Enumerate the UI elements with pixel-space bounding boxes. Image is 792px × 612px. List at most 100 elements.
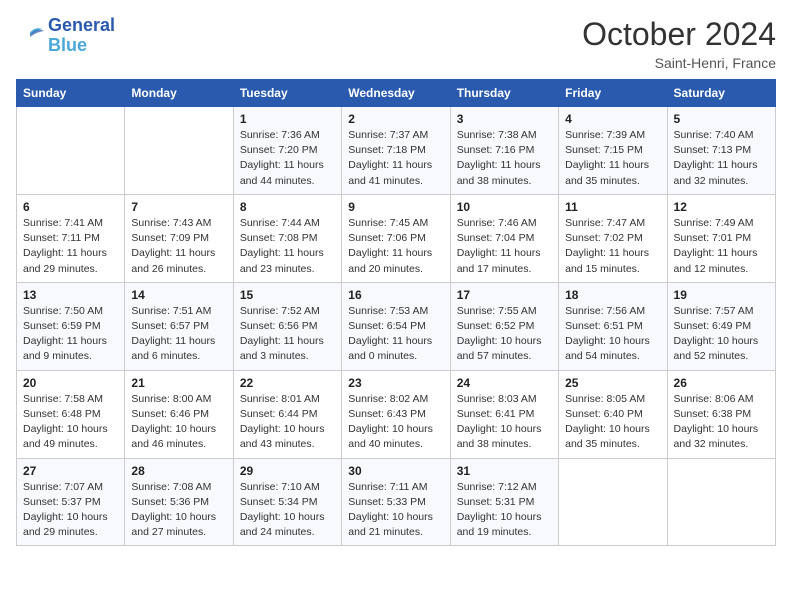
day-info: Sunrise: 7:55 AM Sunset: 6:52 PM Dayligh…: [457, 304, 552, 365]
day-info: Sunrise: 7:58 AM Sunset: 6:48 PM Dayligh…: [23, 392, 118, 453]
day-info: Sunrise: 7:47 AM Sunset: 7:02 PM Dayligh…: [565, 216, 660, 277]
weekday-header-row: SundayMondayTuesdayWednesdayThursdayFrid…: [17, 80, 776, 107]
day-number: 24: [457, 376, 552, 390]
weekday-header-saturday: Saturday: [667, 80, 775, 107]
weekday-header-monday: Monday: [125, 80, 233, 107]
day-info: Sunrise: 7:07 AM Sunset: 5:37 PM Dayligh…: [23, 480, 118, 541]
day-info: Sunrise: 7:11 AM Sunset: 5:33 PM Dayligh…: [348, 480, 443, 541]
calendar-cell: 21 Sunrise: 8:00 AM Sunset: 6:46 PM Dayli…: [125, 370, 233, 458]
calendar-week-4: 20 Sunrise: 7:58 AM Sunset: 6:48 PM Dayli…: [17, 370, 776, 458]
calendar-cell: 24 Sunrise: 8:03 AM Sunset: 6:41 PM Dayli…: [450, 370, 558, 458]
day-info: Sunrise: 8:02 AM Sunset: 6:43 PM Dayligh…: [348, 392, 443, 453]
day-info: Sunrise: 7:51 AM Sunset: 6:57 PM Dayligh…: [131, 304, 226, 365]
day-number: 19: [674, 288, 769, 302]
logo-text: GeneralBlue: [48, 16, 115, 56]
day-number: 4: [565, 112, 660, 126]
calendar-cell: 14Sunrise: 7:51 AM Sunset: 6:57 PM Dayli…: [125, 282, 233, 370]
day-info: Sunrise: 7:43 AM Sunset: 7:09 PM Dayligh…: [131, 216, 226, 277]
calendar-week-2: 6 Sunrise: 7:41 AM Sunset: 7:11 PM Daylig…: [17, 194, 776, 282]
day-number: 10: [457, 200, 552, 214]
day-number: 1: [240, 112, 335, 126]
calendar-cell: 23 Sunrise: 8:02 AM Sunset: 6:43 PM Dayli…: [342, 370, 450, 458]
calendar-cell: 12Sunrise: 7:49 AM Sunset: 7:01 PM Dayli…: [667, 194, 775, 282]
day-number: 25: [565, 376, 660, 390]
day-number: 9: [348, 200, 443, 214]
day-info: Sunrise: 7:53 AM Sunset: 6:54 PM Dayligh…: [348, 304, 443, 365]
day-number: 23: [348, 376, 443, 390]
calendar-cell: 27 Sunrise: 7:07 AM Sunset: 5:37 PM Dayli…: [17, 458, 125, 546]
calendar-cell: 26Sunrise: 8:06 AM Sunset: 6:38 PM Dayli…: [667, 370, 775, 458]
day-number: 8: [240, 200, 335, 214]
calendar-cell: [17, 107, 125, 195]
calendar-cell: [125, 107, 233, 195]
calendar-cell: 13 Sunrise: 7:50 AM Sunset: 6:59 PM Dayli…: [17, 282, 125, 370]
day-number: 20: [23, 376, 118, 390]
day-info: Sunrise: 7:41 AM Sunset: 7:11 PM Dayligh…: [23, 216, 118, 277]
day-number: 11: [565, 200, 660, 214]
day-info: Sunrise: 7:50 AM Sunset: 6:59 PM Dayligh…: [23, 304, 118, 365]
calendar-cell: 22 Sunrise: 8:01 AM Sunset: 6:44 PM Dayli…: [233, 370, 341, 458]
day-number: 6: [23, 200, 118, 214]
calendar-week-1: 1Sunrise: 7:36 AM Sunset: 7:20 PM Daylig…: [17, 107, 776, 195]
day-number: 3: [457, 112, 552, 126]
calendar-cell: [667, 458, 775, 546]
day-number: 22: [240, 376, 335, 390]
day-info: Sunrise: 7:56 AM Sunset: 6:51 PM Dayligh…: [565, 304, 660, 365]
day-info: Sunrise: 7:44 AM Sunset: 7:08 PM Dayligh…: [240, 216, 335, 277]
day-number: 31: [457, 464, 552, 478]
day-number: 5: [674, 112, 769, 126]
calendar-cell: 31 Sunrise: 7:12 AM Sunset: 5:31 PM Dayli…: [450, 458, 558, 546]
calendar-cell: 29 Sunrise: 7:10 AM Sunset: 5:34 PM Dayli…: [233, 458, 341, 546]
day-info: Sunrise: 7:49 AM Sunset: 7:01 PM Dayligh…: [674, 216, 769, 277]
calendar-cell: 8 Sunrise: 7:44 AM Sunset: 7:08 PM Daylig…: [233, 194, 341, 282]
calendar-cell: 7 Sunrise: 7:43 AM Sunset: 7:09 PM Daylig…: [125, 194, 233, 282]
day-info: Sunrise: 8:01 AM Sunset: 6:44 PM Dayligh…: [240, 392, 335, 453]
calendar-cell: [559, 458, 667, 546]
day-info: Sunrise: 7:57 AM Sunset: 6:49 PM Dayligh…: [674, 304, 769, 365]
day-number: 18: [565, 288, 660, 302]
weekday-header-sunday: Sunday: [17, 80, 125, 107]
day-info: Sunrise: 7:46 AM Sunset: 7:04 PM Dayligh…: [457, 216, 552, 277]
logo: GeneralBlue: [16, 16, 115, 56]
calendar-cell: 20 Sunrise: 7:58 AM Sunset: 6:48 PM Dayli…: [17, 370, 125, 458]
title-block: October 2024 Saint-Henri, France: [582, 16, 776, 71]
calendar-cell: 5 Sunrise: 7:40 AM Sunset: 7:13 PM Daylig…: [667, 107, 775, 195]
day-number: 17: [457, 288, 552, 302]
logo-icon: [16, 25, 44, 47]
calendar-cell: 9 Sunrise: 7:45 AM Sunset: 7:06 PM Daylig…: [342, 194, 450, 282]
day-info: Sunrise: 7:45 AM Sunset: 7:06 PM Dayligh…: [348, 216, 443, 277]
calendar-cell: 30 Sunrise: 7:11 AM Sunset: 5:33 PM Dayli…: [342, 458, 450, 546]
day-number: 28: [131, 464, 226, 478]
day-number: 21: [131, 376, 226, 390]
day-info: Sunrise: 7:08 AM Sunset: 5:36 PM Dayligh…: [131, 480, 226, 541]
day-number: 27: [23, 464, 118, 478]
calendar-cell: 6 Sunrise: 7:41 AM Sunset: 7:11 PM Daylig…: [17, 194, 125, 282]
day-info: Sunrise: 7:10 AM Sunset: 5:34 PM Dayligh…: [240, 480, 335, 541]
calendar-cell: 19 Sunrise: 7:57 AM Sunset: 6:49 PM Dayli…: [667, 282, 775, 370]
calendar-cell: 15Sunrise: 7:52 AM Sunset: 6:56 PM Dayli…: [233, 282, 341, 370]
calendar-cell: 2Sunrise: 7:37 AM Sunset: 7:18 PM Daylig…: [342, 107, 450, 195]
calendar-cell: 11 Sunrise: 7:47 AM Sunset: 7:02 PM Dayli…: [559, 194, 667, 282]
day-info: Sunrise: 8:00 AM Sunset: 6:46 PM Dayligh…: [131, 392, 226, 453]
day-info: Sunrise: 8:06 AM Sunset: 6:38 PM Dayligh…: [674, 392, 769, 453]
location: Saint-Henri, France: [582, 55, 776, 71]
weekday-header-wednesday: Wednesday: [342, 80, 450, 107]
day-number: 15: [240, 288, 335, 302]
calendar-cell: 3 Sunrise: 7:38 AM Sunset: 7:16 PM Daylig…: [450, 107, 558, 195]
calendar-table: SundayMondayTuesdayWednesdayThursdayFrid…: [16, 79, 776, 546]
day-info: Sunrise: 8:03 AM Sunset: 6:41 PM Dayligh…: [457, 392, 552, 453]
weekday-header-friday: Friday: [559, 80, 667, 107]
day-info: Sunrise: 7:12 AM Sunset: 5:31 PM Dayligh…: [457, 480, 552, 541]
calendar-week-5: 27 Sunrise: 7:07 AM Sunset: 5:37 PM Dayli…: [17, 458, 776, 546]
day-info: Sunrise: 7:40 AM Sunset: 7:13 PM Dayligh…: [674, 128, 769, 189]
day-number: 13: [23, 288, 118, 302]
day-number: 29: [240, 464, 335, 478]
month-title: October 2024: [582, 16, 776, 53]
day-number: 30: [348, 464, 443, 478]
calendar-cell: 10 Sunrise: 7:46 AM Sunset: 7:04 PM Dayli…: [450, 194, 558, 282]
calendar-week-3: 13 Sunrise: 7:50 AM Sunset: 6:59 PM Dayli…: [17, 282, 776, 370]
weekday-header-thursday: Thursday: [450, 80, 558, 107]
calendar-cell: 25Sunrise: 8:05 AM Sunset: 6:40 PM Dayli…: [559, 370, 667, 458]
day-number: 7: [131, 200, 226, 214]
day-info: Sunrise: 7:38 AM Sunset: 7:16 PM Dayligh…: [457, 128, 552, 189]
